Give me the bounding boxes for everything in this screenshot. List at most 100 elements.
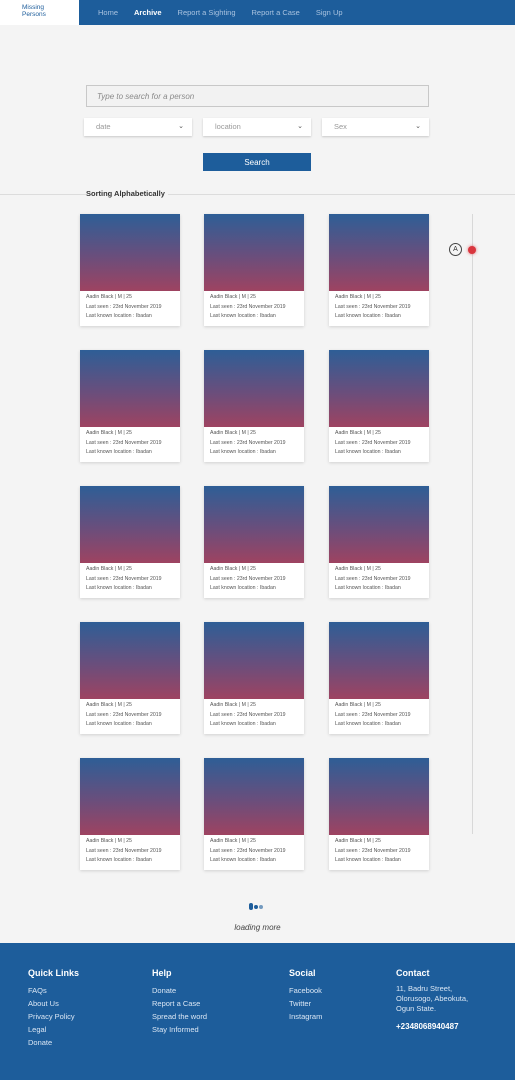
person-card-line2: Last seen : 23rd November 2019: [335, 303, 411, 310]
person-card-line1: Aadin Black | M | 25: [335, 566, 381, 572]
person-photo-placeholder: [204, 758, 304, 835]
footer-link-faqs[interactable]: FAQs: [28, 984, 79, 997]
footer-link-spread-word[interactable]: Spread the word: [152, 1010, 207, 1023]
person-card-line1: Aadin Black | M | 25: [335, 838, 381, 844]
person-card-line1: Aadin Black | M | 25: [210, 566, 256, 572]
person-photo-placeholder: [80, 486, 180, 563]
person-card[interactable]: Aadin Black | M | 25 Last seen : 23rd Nov…: [80, 758, 180, 870]
person-photo-placeholder: [204, 214, 304, 291]
person-photo-placeholder: [80, 622, 180, 699]
person-card-line3: Last known location : Ibadan: [335, 585, 401, 591]
footer-contact: Contact 11, Badru Street, Olorusogo, Abe…: [396, 968, 468, 1031]
person-card-line1: Aadin Black | M | 25: [86, 294, 132, 300]
nav-sign-up[interactable]: Sign Up: [316, 8, 343, 17]
person-card[interactable]: Aadin Black | M | 25 Last seen : 23rd Nov…: [329, 350, 429, 462]
footer-link-legal[interactable]: Legal: [28, 1023, 79, 1036]
person-card[interactable]: Aadin Black | M | 25 Last seen : 23rd Nov…: [80, 486, 180, 598]
nav-report-sighting[interactable]: Report a Sighting: [178, 8, 236, 17]
nav-report-case[interactable]: Report a Case: [251, 8, 299, 17]
sex-filter-label: Sex: [334, 122, 347, 131]
person-card[interactable]: Aadin Black | M | 25 Last seen : 23rd Nov…: [204, 486, 304, 598]
person-card[interactable]: Aadin Black | M | 25 Last seen : 23rd Nov…: [329, 486, 429, 598]
loading-dots-icon: [249, 903, 264, 910]
person-card-line3: Last known location : Ibadan: [210, 313, 276, 319]
footer-link-donate[interactable]: Donate: [152, 984, 207, 997]
alphabet-scroll-thumb[interactable]: [468, 246, 476, 254]
person-card-line1: Aadin Black | M | 25: [335, 294, 381, 300]
person-card-line2: Last seen : 23rd November 2019: [335, 847, 411, 854]
contact-phone[interactable]: +2348068940487: [396, 1022, 468, 1031]
person-card-line2: Last seen : 23rd November 2019: [210, 847, 286, 854]
footer-link-privacy[interactable]: Privacy Policy: [28, 1010, 79, 1023]
person-photo-placeholder: [204, 350, 304, 427]
person-card-line3: Last known location : Ibadan: [210, 449, 276, 455]
footer-link-facebook[interactable]: Facebook: [289, 984, 322, 997]
site-footer: Quick Links FAQs About Us Privacy Policy…: [0, 943, 515, 1080]
person-card[interactable]: Aadin Black | M | 25 Last seen : 23rd Nov…: [329, 622, 429, 734]
person-card[interactable]: Aadin Black | M | 25 Last seen : 23rd Nov…: [329, 214, 429, 326]
person-card-line3: Last known location : Ibadan: [210, 721, 276, 727]
person-card-line3: Last known location : Ibadan: [335, 449, 401, 455]
person-card[interactable]: Aadin Black | M | 25 Last seen : 23rd Nov…: [80, 214, 180, 326]
person-card[interactable]: Aadin Black | M | 25 Last seen : 23rd Nov…: [329, 758, 429, 870]
person-card[interactable]: Aadin Black | M | 25 Last seen : 23rd Nov…: [80, 622, 180, 734]
person-card-line3: Last known location : Ibadan: [210, 857, 276, 863]
footer-social: Social Facebook Twitter Instagram: [289, 968, 322, 1023]
logo-line-2: Persons: [22, 11, 46, 18]
footer-heading: Help: [152, 968, 172, 978]
location-filter-select[interactable]: location ⌄: [203, 118, 311, 136]
nav-archive[interactable]: Archive: [134, 8, 162, 17]
person-card-line3: Last known location : Ibadan: [210, 585, 276, 591]
person-card[interactable]: Aadin Black | M | 25 Last seen : 23rd Nov…: [204, 350, 304, 462]
person-photo-placeholder: [204, 486, 304, 563]
person-photo-placeholder: [329, 350, 429, 427]
footer-link-report-case[interactable]: Report a Case: [152, 997, 207, 1010]
person-card-line3: Last known location : Ibadan: [86, 449, 152, 455]
person-photo-placeholder: [204, 622, 304, 699]
person-card-line3: Last known location : Ibadan: [335, 857, 401, 863]
person-photo-placeholder: [329, 622, 429, 699]
person-card-line2: Last seen : 23rd November 2019: [86, 847, 162, 854]
footer-link-stay-informed[interactable]: Stay Informed: [152, 1023, 207, 1036]
person-card[interactable]: Aadin Black | M | 25 Last seen : 23rd Nov…: [204, 214, 304, 326]
footer-link-twitter[interactable]: Twitter: [289, 997, 322, 1010]
footer-link-about[interactable]: About Us: [28, 997, 79, 1010]
chevron-down-icon: ⌄: [297, 123, 303, 130]
person-card-line1: Aadin Black | M | 25: [210, 838, 256, 844]
person-card[interactable]: Aadin Black | M | 25 Last seen : 23rd Nov…: [204, 622, 304, 734]
person-card-line2: Last seen : 23rd November 2019: [86, 439, 162, 446]
footer-link-instagram[interactable]: Instagram: [289, 1010, 322, 1023]
date-filter-select[interactable]: date ⌄: [84, 118, 192, 136]
footer-heading: Contact: [396, 968, 430, 978]
person-card-line1: Aadin Black | M | 25: [335, 702, 381, 708]
current-letter-badge: A: [449, 243, 462, 256]
footer-link-donate[interactable]: Donate: [28, 1036, 79, 1049]
person-card[interactable]: Aadin Black | M | 25 Last seen : 23rd Nov…: [80, 350, 180, 462]
person-card-line1: Aadin Black | M | 25: [86, 702, 132, 708]
nav-home[interactable]: Home: [98, 8, 118, 17]
person-card-line2: Last seen : 23rd November 2019: [86, 711, 162, 718]
person-card[interactable]: Aadin Black | M | 25 Last seen : 23rd Nov…: [204, 758, 304, 870]
site-logo[interactable]: Missing Persons: [0, 0, 79, 25]
search-input[interactable]: [86, 85, 429, 107]
top-navbar: Missing Persons Home Archive Report a Si…: [0, 0, 515, 25]
footer-heading: Social: [289, 968, 316, 978]
sorting-label: Sorting Alphabetically: [86, 189, 168, 198]
person-photo-placeholder: [80, 350, 180, 427]
nav-links: Home Archive Report a Sighting Report a …: [98, 8, 359, 17]
sex-filter-select[interactable]: Sex ⌄: [322, 118, 429, 136]
person-card-line2: Last seen : 23rd November 2019: [86, 575, 162, 582]
contact-address-line: Olorusogo, Abeokuta,: [396, 994, 469, 1003]
person-card-line2: Last seen : 23rd November 2019: [210, 711, 286, 718]
person-card-line3: Last known location : Ibadan: [335, 313, 401, 319]
search-button[interactable]: Search: [203, 153, 311, 171]
person-photo-placeholder: [329, 758, 429, 835]
alphabet-scroll-track[interactable]: [472, 214, 473, 834]
person-card-line3: Last known location : Ibadan: [86, 313, 152, 319]
footer-heading: Quick Links: [28, 968, 80, 978]
section-divider: [0, 194, 515, 195]
person-card-line1: Aadin Black | M | 25: [210, 430, 256, 436]
person-card-line2: Last seen : 23rd November 2019: [210, 439, 286, 446]
person-card-line2: Last seen : 23rd November 2019: [335, 439, 411, 446]
person-card-line2: Last seen : 23rd November 2019: [335, 711, 411, 718]
